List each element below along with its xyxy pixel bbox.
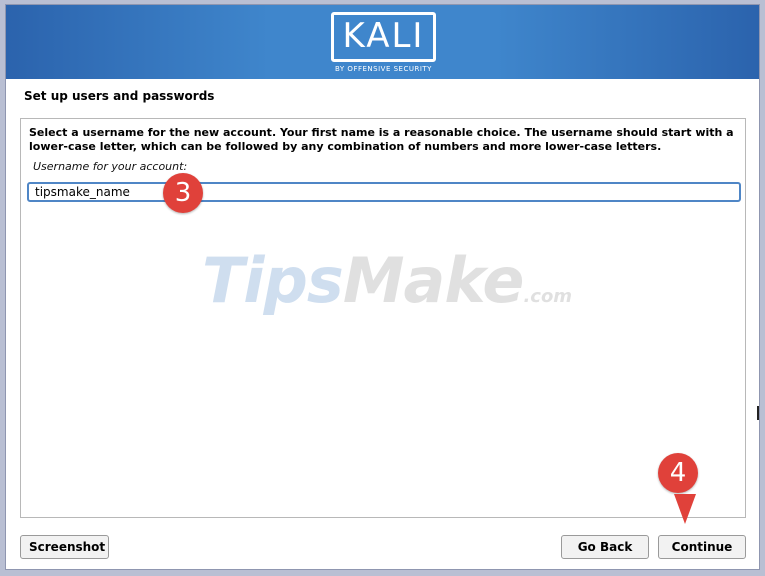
edge-marker [757,406,759,420]
watermark-part-make: Make [342,244,525,317]
watermark-part-com: .com [523,286,573,307]
kali-logo-subtitle: BY OFFENSIVE SECURITY [335,65,432,73]
screenshot-button[interactable]: Screenshot [20,535,109,559]
step-4-badge: 4 [658,453,698,493]
page-title: Set up users and passwords [24,89,215,103]
step-3-badge: 3 [163,173,203,213]
instructions-text: Select a username for the new account. Y… [29,126,734,153]
installer-window: KALI BY OFFENSIVE SECURITY Set up users … [5,4,760,570]
kali-logo: KALI [331,12,436,62]
tipsmake-watermark: TipsMake.com [202,250,572,328]
kali-banner: KALI BY OFFENSIVE SECURITY [6,5,759,79]
go-back-button[interactable]: Go Back [561,535,649,559]
step-4-arrow-icon [674,494,696,524]
continue-button[interactable]: Continue [658,535,746,559]
username-input[interactable] [27,182,741,202]
username-label: Username for your account: [33,160,188,173]
watermark-part-tips: Tips [202,244,344,317]
kali-logo-text: KALI [342,16,425,56]
